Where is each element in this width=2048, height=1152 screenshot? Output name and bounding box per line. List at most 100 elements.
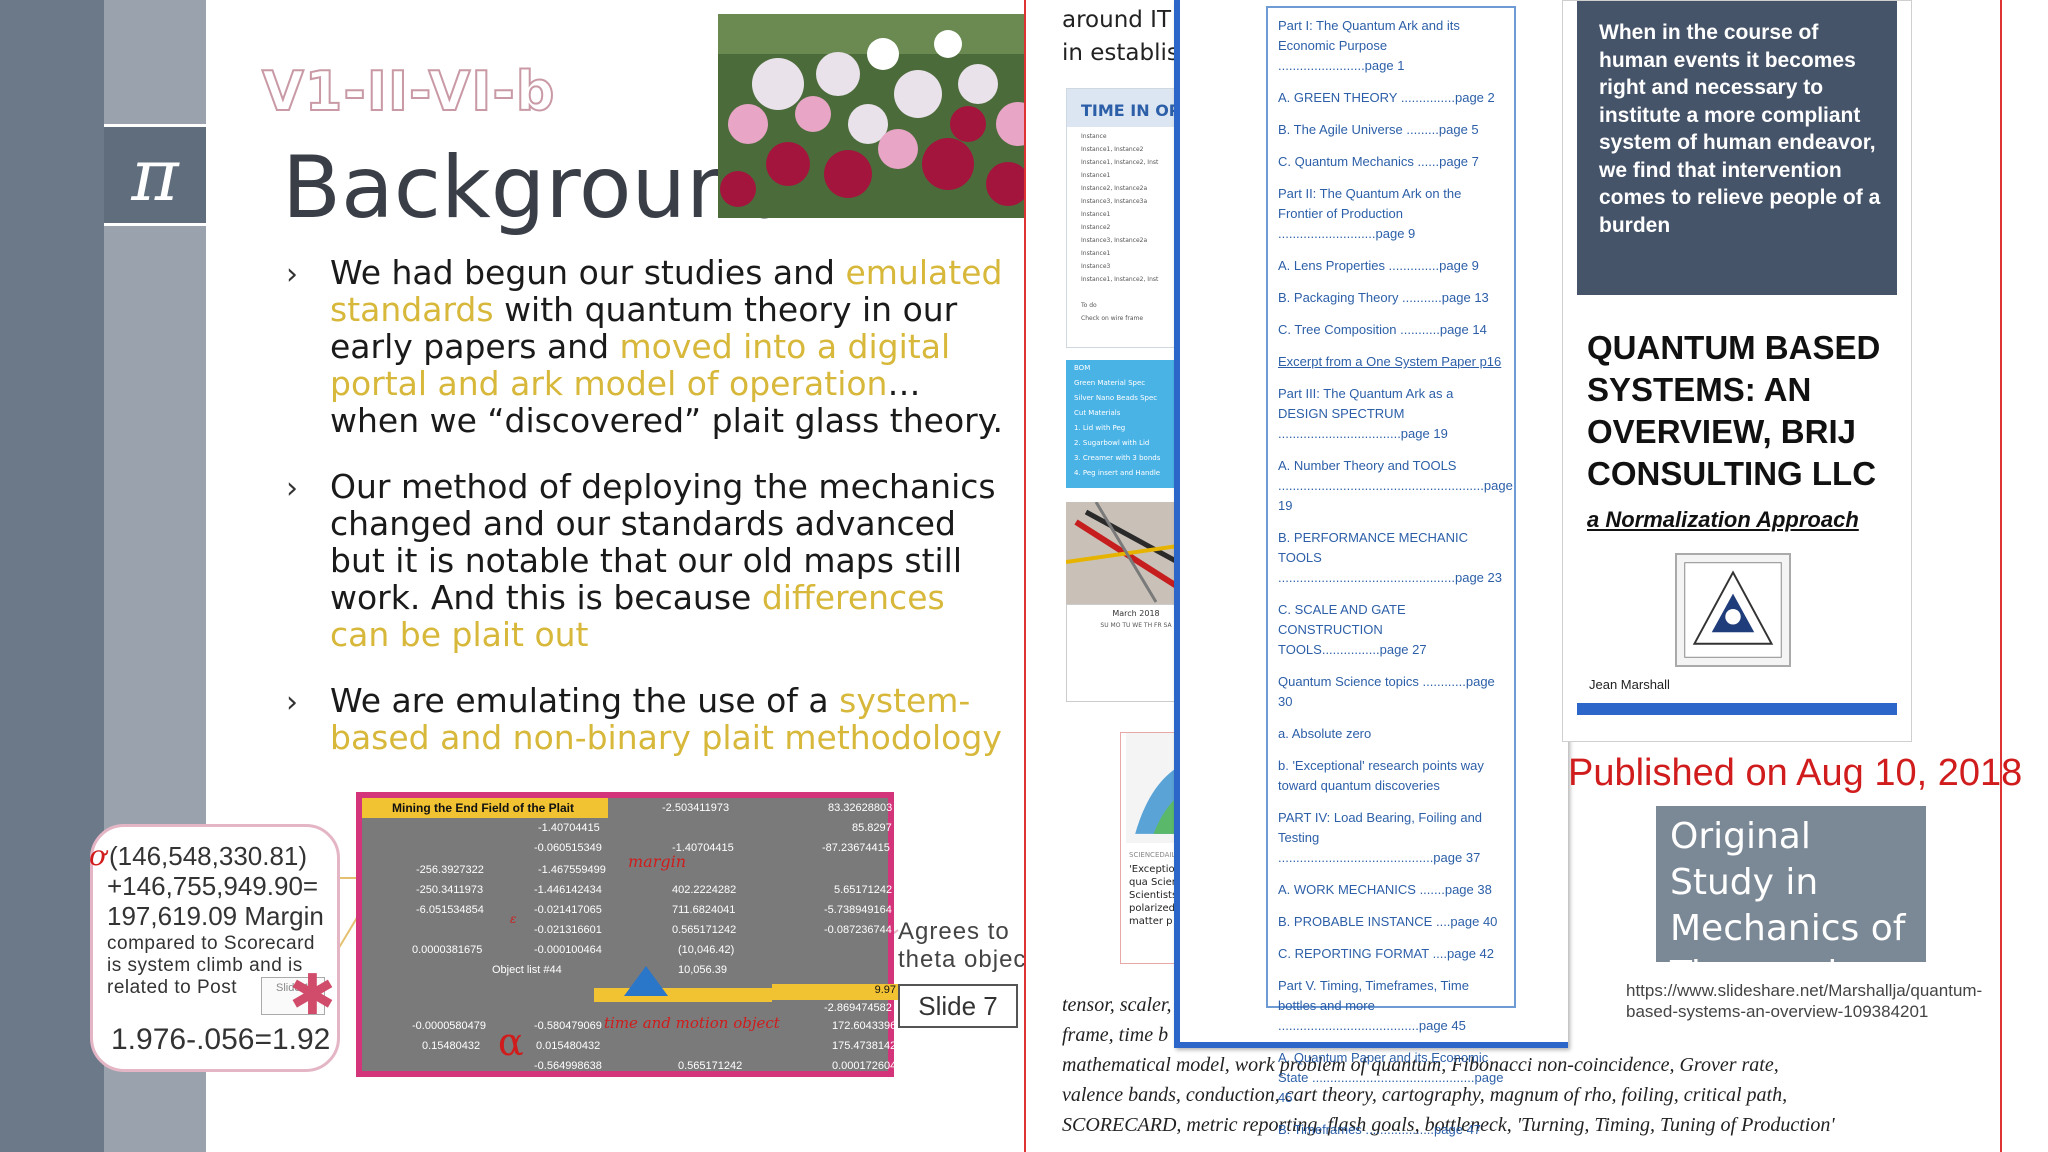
margin-line-1: (146,548,330.81) [109,841,308,871]
spreadsheet-cell: -87.23674415 [822,842,890,854]
alpha-annotation: α [498,1020,524,1064]
time-table-row: Instance3, Instance3a [1081,198,1148,205]
bom-list-row: 4. Peg insert and Handle [1074,469,1161,477]
toc-entry[interactable]: a. Absolute zero [1278,724,1506,744]
spreadsheet-cell: -0.000100464 [534,944,602,956]
toc-entry[interactable]: A. WORK MECHANICS .......page 38 [1278,880,1506,900]
toc-entry[interactable]: C. Quantum Mechanics ......page 7 [1278,152,1506,172]
bullet-3: › We are emulating the use of a system-b… [286,682,1010,756]
cover-quote: When in the course of human events it be… [1577,1,1897,295]
slide-code: V1-II-VI-b [261,59,556,124]
toc-entry[interactable]: C. Tree Composition ...........page 14 [1278,320,1506,340]
flower-photo [718,14,1052,218]
spreadsheet-cell: 0.015480432 [536,1040,601,1052]
bom-list-row: Silver Nano Beads Spec [1074,394,1158,402]
table-of-contents: Part I: The Quantum Ark and its Economic… [1266,6,1516,1137]
spreadsheet-cell: (10,046.42) [678,944,735,956]
spreadsheet-cell: 5.65171242 [834,884,893,896]
bom-list-row: Green Material Spec [1074,379,1146,387]
time-table-row: To do [1081,302,1097,309]
bom-list-row: Cut Materials [1074,409,1121,417]
toc-entry[interactable]: B. PROBABLE INSTANCE ....page 40 [1278,912,1506,932]
spreadsheet-cell: -2.503411973 [662,802,730,814]
spreadsheet-cell: 0.000172604 [832,1060,897,1072]
margin-formula: 1.976-.056=1.92 [111,1023,331,1056]
document-body-line: valence bands, conduction, cart theory, … [1062,1084,1788,1106]
spreadsheet-cell: -1.467559499 [538,864,606,876]
cover-title: QUANTUM BASED SYSTEMS: AN OVERVIEW, BRIJ… [1587,329,1881,492]
asterisk-icon: ✱ [289,963,336,1028]
cover-author: Jean Marshall [1589,677,1670,692]
bullet-text: We are emulating the use of a system-bas… [290,682,1010,756]
cover-subtitle: a Normalization Approach [1587,507,1859,532]
toc-entry[interactable]: Part V. Timing, Timeframes, Time bottles… [1278,976,1506,1036]
time-table-row: Instance3, Instance2a [1081,237,1148,244]
pi-icon: π [104,124,206,226]
spreadsheet-cell: -0.060515349 [534,842,602,854]
bullet-segment: We had begun our studies and [330,253,846,292]
brij-logo [1675,553,1791,667]
toc-entry[interactable]: b. 'Exceptional' research points way tow… [1278,756,1506,796]
toc-entry[interactable]: B. Timeframes ...................page 47 [1278,1120,1506,1140]
time-table-row: Instance1 [1081,172,1111,179]
spreadsheet-cell: 0.565171242 [672,924,737,936]
spreadsheet-cell: 711.6824041 [672,904,736,916]
spreadsheet-cell: -2.869474582 [824,1002,892,1014]
time-table-row: Instance1, Instance2, Inst [1081,276,1159,283]
spreadsheet-cell: 0.0000381675 [412,944,483,956]
time-table-row: Instance2 [1081,224,1111,231]
spreadsheet-cell: -6.051534854 [416,904,484,916]
epsilon-annotation: ε [510,912,517,926]
toc-entry[interactable]: B. The Agile Universe .........page 5 [1278,120,1506,140]
time-motion-annotation: time and motion object [604,1014,780,1032]
toc-entry[interactable]: Excerpt from a One System Paper p16 [1278,352,1506,372]
spreadsheet-cell: 0.565171242 [678,1060,743,1072]
spreadsheet-cell: 83.32628803 [828,802,893,814]
source-url-link[interactable]: https://www.slideshare.net/Marshallja/qu… [1626,980,2026,1022]
margin-line-3: 197,619.09 Margin [107,901,324,931]
spreadsheet-cell: -0.564998638 [534,1060,602,1072]
cover-bar [1577,703,1897,715]
toc-entry[interactable]: PART IV: Load Bearing, Foiling and Testi… [1278,808,1506,868]
spreadsheet-cell: -0.087236744 [824,924,892,936]
toc-entry[interactable]: B. Packaging Theory ...........page 13 [1278,288,1506,308]
toc-entry[interactable]: Part III: The Quantum Ark as a DESIGN SP… [1278,384,1506,444]
spreadsheet-cell: 10,056.39 [678,964,727,976]
toc-entry[interactable]: A. Quantum Paper and its Economic State … [1278,1048,1506,1108]
toc-entry[interactable]: Part II: The Quantum Ark on the Frontier… [1278,184,1506,244]
margin-callout: ơ (146,548,330.81) +146,755,949.90= 197,… [89,824,340,1072]
margin-annotation: margin [628,852,687,871]
time-table-row: Instance [1081,133,1107,140]
slide-7-link[interactable]: Slide 7 [898,984,1018,1028]
time-table-row: Instance3 [1081,263,1111,270]
document-body-line: mathematical model, work problem of quan… [1062,1054,1779,1076]
spreadsheet-cell: -5.738949164 [824,904,892,916]
toc-entry[interactable]: B. PERFORMANCE MECHANIC TOOLS ..........… [1278,528,1506,588]
spreadsheet-highlight-bar [594,988,772,1002]
table-of-contents-window: Part I: The Quantum Ark and its Economic… [1174,0,1568,1137]
bullet-text: We had begun our studies and emulated st… [290,254,1010,439]
toc-entry[interactable]: A. GREEN THEORY ...............page 2 [1278,88,1506,108]
toc-entry[interactable]: C. REPORTING FORMAT ....page 42 [1278,944,1506,964]
spreadsheet-image: Mining the End Field of the Plait 9.97 -… [356,792,900,1077]
spreadsheet-cell: 172.6043396 [832,1020,897,1032]
spreadsheet-cell: 402.2224282 [672,884,737,896]
toc-entry[interactable]: A. Lens Properties ..............page 9 [1278,256,1506,276]
bom-list-row: 2. Sugarbowl with Lid [1074,439,1150,447]
toc-entry[interactable]: Part I: The Quantum Ark and its Economic… [1278,16,1506,76]
bom-list-row: 3. Creamer with 3 bonds [1074,454,1161,462]
time-table-row: Instance1 [1081,211,1111,218]
spreadsheet-cell: 85.8297 [852,822,892,834]
bullet-marker: › [286,685,298,720]
bom-list-row: BOM [1074,364,1091,372]
spreadsheet-cell: -0.0000580479 [412,1020,487,1032]
study-label: Original Study in Mechanics of Time and … [1656,806,1926,1041]
toc-entry[interactable]: Quantum Science topics ............page … [1278,672,1506,712]
published-date: Published on Aug 10, 2018 [1568,752,2023,794]
agrees-text: Agrees to theta object [898,918,1035,973]
toc-entry[interactable]: A. Number Theory and TOOLS .............… [1278,456,1513,516]
toc-entry[interactable]: C. SCALE AND GATE CONSTRUCTION TOOLS....… [1278,600,1506,660]
bullet-2: › Our method of deploying the mechanics … [286,468,1010,653]
spreadsheet-cell: 0.15480432 [422,1040,481,1052]
margin-line-2: +146,755,949.90= [107,871,319,901]
